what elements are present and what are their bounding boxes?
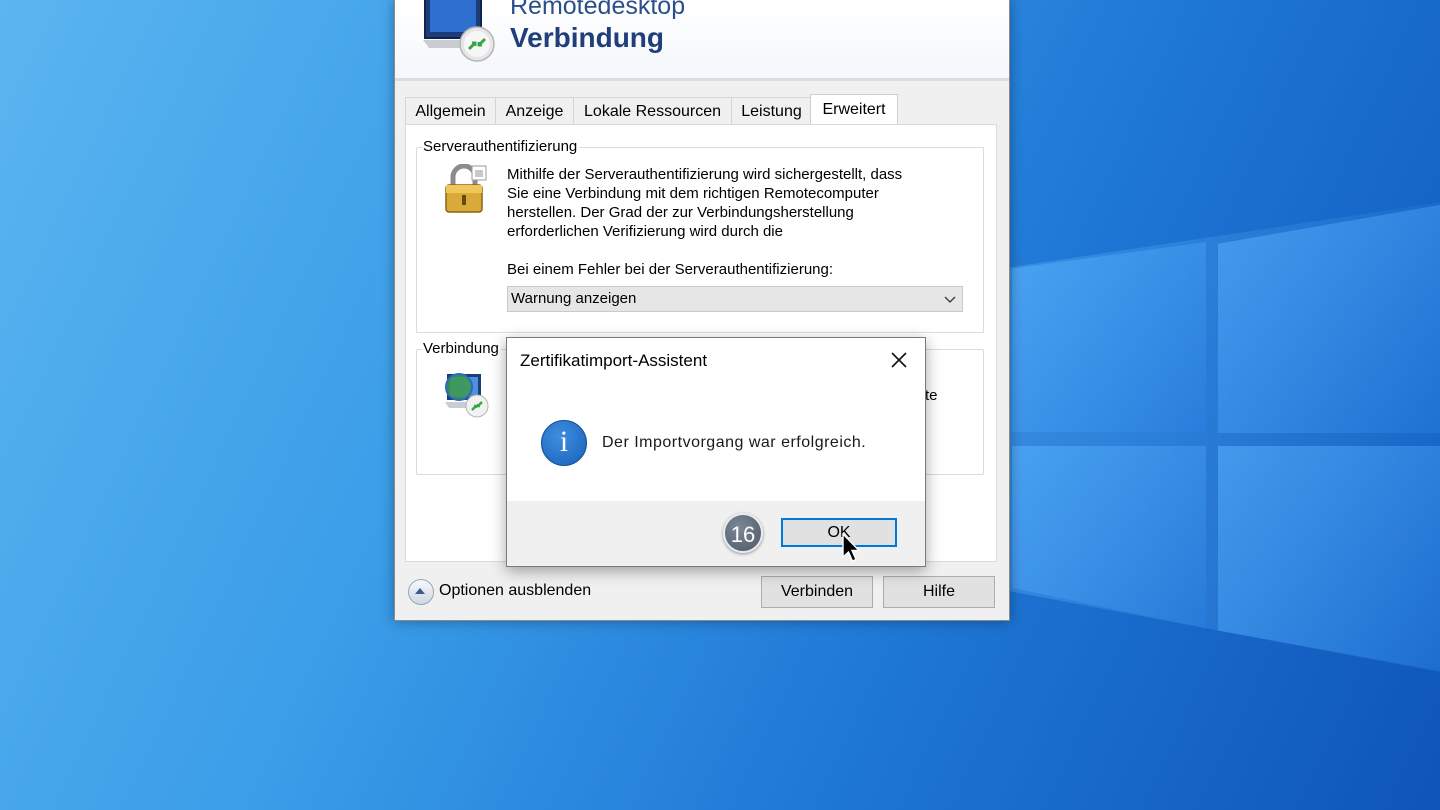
globe-network-icon xyxy=(445,373,489,418)
tab-lokale-ressourcen[interactable]: Lokale Ressourcen xyxy=(573,97,732,126)
wallpaper-window-pane xyxy=(1012,446,1206,628)
certificate-import-dialog: Zertifikatimport-Assistent i Der Importv… xyxy=(506,337,926,567)
wallpaper-window-pane xyxy=(1218,205,1440,433)
ok-button[interactable]: OK xyxy=(781,518,897,547)
auth-error-label: Bei einem Fehler bei der Serverauthentif… xyxy=(507,261,834,278)
padlock-icon xyxy=(445,164,487,213)
description-line: Mithilfe der Serverauthentifizierung wir… xyxy=(507,166,903,183)
server-auth-group: Serverauthentifizierung Mithilfe der Ser… xyxy=(416,138,984,333)
auth-error-dropdown-value: Warnung anzeigen xyxy=(511,290,637,307)
connection-partial-text: te xyxy=(925,387,938,404)
options-toggle-label[interactable]: Optionen ausblenden xyxy=(439,582,591,600)
close-icon[interactable] xyxy=(887,348,911,372)
tab-leistung[interactable]: Leistung xyxy=(731,97,812,126)
chevron-down-icon xyxy=(944,296,956,303)
tab-anzeige[interactable]: Anzeige xyxy=(495,97,574,126)
dialog-footer: OK xyxy=(507,501,925,566)
info-glyph: i xyxy=(559,425,569,458)
connect-button[interactable]: Verbinden xyxy=(761,576,873,608)
connection-group-title: Verbindung xyxy=(423,340,501,357)
chevron-up-icon xyxy=(415,588,425,594)
options-toggle-button[interactable] xyxy=(408,579,434,605)
tab-erweitert[interactable]: Erweitert xyxy=(810,94,898,127)
server-auth-title: Serverauthentifizierung xyxy=(423,138,580,155)
tab-allgemein[interactable]: Allgemein xyxy=(405,97,496,126)
mouse-pointer-icon xyxy=(842,533,861,562)
wallpaper-window-pane xyxy=(1218,446,1440,671)
window-banner: Remotedesktop Verbindung xyxy=(395,0,1009,81)
step-number-badge: 16 xyxy=(723,513,763,553)
help-button[interactable]: Hilfe xyxy=(883,576,995,608)
remote-desktop-monitor-icon xyxy=(423,0,495,62)
description-line: erforderlichen Verifizierung wird durch … xyxy=(507,223,783,240)
bottom-bar: Optionen ausblenden Verbinden Hilfe xyxy=(395,560,1009,620)
wallpaper-window-pane xyxy=(1012,242,1206,432)
auth-error-dropdown[interactable]: Warnung anzeigen xyxy=(507,286,963,312)
description-line: Sie eine Verbindung mit dem richtigen Re… xyxy=(507,185,879,202)
banner-title-line2: Verbindung xyxy=(510,22,664,53)
description-line: herstellen. Der Grad der zur Verbindungs… xyxy=(507,204,854,221)
dialog-message: Der Importvorgang war erfolgreich. xyxy=(602,434,867,451)
dialog-title: Zertifikatimport-Assistent xyxy=(520,351,708,370)
info-icon: i xyxy=(541,420,587,466)
server-auth-description: Mithilfe der Serverauthentifizierung wir… xyxy=(507,165,902,241)
banner-title-line1: Remotedesktop xyxy=(510,0,686,20)
